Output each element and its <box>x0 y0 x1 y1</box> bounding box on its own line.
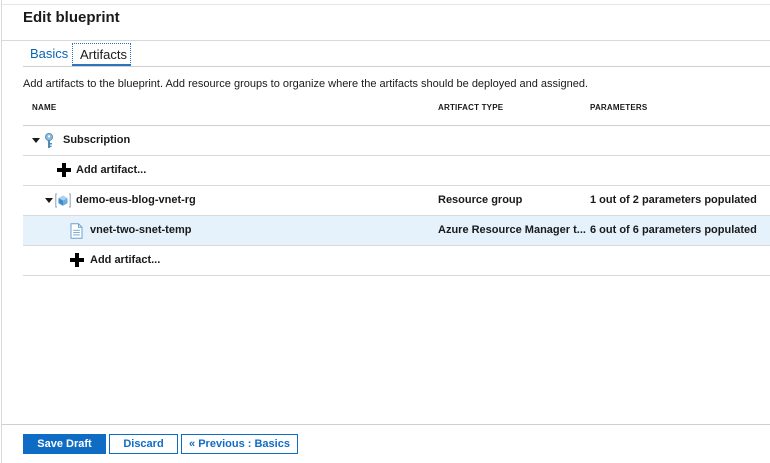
row-artifact-type: Resource group <box>438 194 523 206</box>
row-parameters: 1 out of 2 parameters populated <box>590 194 757 206</box>
tabs-divider <box>23 66 770 67</box>
table-row-add-artifact[interactable]: Add artifact... <box>23 246 770 276</box>
table-row-subscription[interactable]: Subscription <box>23 126 770 156</box>
row-name: vnet-two-snet-temp <box>90 224 192 236</box>
row-artifact-type <box>438 156 588 185</box>
previous-basics-button[interactable]: « Previous : Basics <box>181 434 298 454</box>
column-header-name: NAME <box>32 103 57 112</box>
key-icon <box>45 133 53 148</box>
blueprint-panel: Edit blueprint Basics Artifacts Add arti… <box>1 0 770 463</box>
plus-icon <box>57 163 71 177</box>
column-header-artifact-type: ARTIFACT TYPE <box>438 103 504 112</box>
save-draft-button[interactable]: Save Draft <box>23 434 106 454</box>
page-title: Edit blueprint <box>23 9 120 26</box>
top-divider <box>2 4 770 5</box>
document-icon <box>70 223 83 239</box>
add-artifact-link[interactable]: Add artifact... <box>76 156 146 185</box>
row-name: demo-eus-blog-vnet-rg <box>76 194 196 206</box>
caret-down-icon[interactable] <box>32 138 40 143</box>
column-header-parameters: PARAMETERS <box>590 103 648 112</box>
table-row-template-artifact[interactable]: vnet-two-snet-temp Azure Resource Manage… <box>23 216 770 246</box>
add-artifact-link[interactable]: Add artifact... <box>90 246 160 275</box>
row-parameters: 6 out of 6 parameters populated <box>590 224 757 236</box>
row-name: Subscription <box>63 134 131 146</box>
tab-basics[interactable]: Basics <box>23 43 68 65</box>
row-artifact-type: Azure Resource Manager t... <box>438 224 586 236</box>
footer-divider <box>2 424 770 425</box>
artifacts-description: Add artifacts to the blueprint. Add reso… <box>23 78 589 90</box>
plus-icon <box>70 253 84 267</box>
table-row-resource-group[interactable]: demo-eus-blog-vnet-rg Resource group 1 o… <box>23 186 770 216</box>
title-divider <box>2 40 770 41</box>
row-artifact-type <box>438 246 588 275</box>
resource-group-cube-icon <box>55 193 71 208</box>
discard-button[interactable]: Discard <box>109 434 178 454</box>
tab-artifacts[interactable]: Artifacts <box>72 43 131 65</box>
caret-down-icon[interactable] <box>45 198 53 203</box>
row-artifact-type <box>438 126 588 155</box>
table-row-add-artifact[interactable]: Add artifact... <box>23 156 770 186</box>
